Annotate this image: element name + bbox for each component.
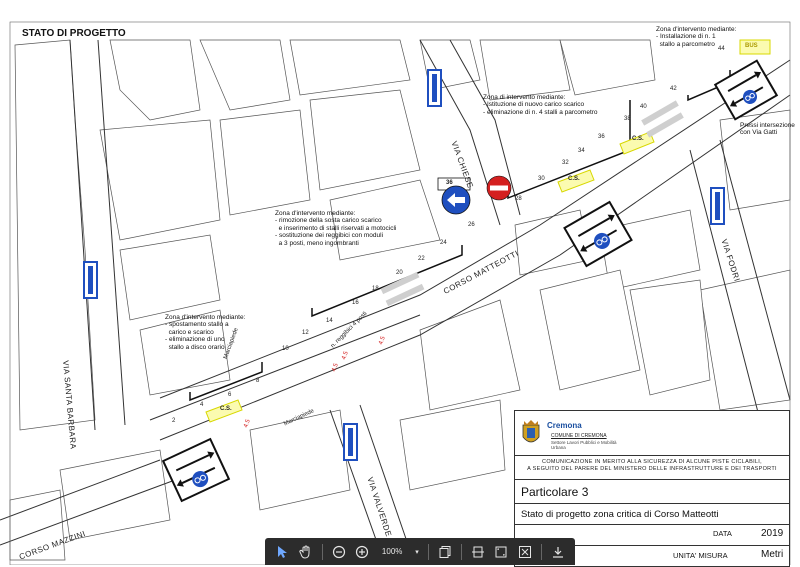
note-zona-2: Zona d'intervento mediante: - rimozione …	[275, 210, 397, 247]
fit-width-icon	[495, 546, 507, 557]
unita-misura-label: UNITA' MISURA	[673, 551, 728, 560]
civic-number: 14	[326, 318, 333, 324]
settore-name: Settore Lavori Pubblici e Mobilità Urban…	[551, 440, 617, 450]
unita-misura-value: Metri	[761, 549, 784, 560]
civic-number: 16	[352, 300, 359, 306]
zoom-dropdown-icon[interactable]: ▾	[411, 542, 423, 562]
zoom-out-icon	[332, 545, 345, 558]
viewer-toolbar: 100% ▾	[265, 538, 575, 565]
fit-page-icon	[471, 546, 484, 557]
note-zona-3: Zona di intervento mediante: - Istituzio…	[483, 94, 598, 116]
fullscreen-icon	[519, 545, 532, 558]
coat-of-arms-icon	[522, 420, 540, 443]
civic-number: 36	[598, 134, 605, 140]
civic-number: 38	[624, 116, 631, 122]
reggibici-markers: 4.5 4.5 4.5 4.5	[243, 335, 387, 429]
comune-logo: Cremona COMUNE DI CREMONA Settore Lavori…	[521, 417, 617, 453]
download-icon	[553, 546, 564, 558]
svg-text:4.5: 4.5	[341, 350, 350, 361]
stato-label: Stato di progetto zona critica di Corso …	[521, 509, 719, 520]
civic-number: 4	[200, 402, 204, 408]
civic-number: 30	[538, 176, 545, 182]
zoom-level[interactable]: 100%	[375, 547, 409, 556]
fullscreen-button[interactable]	[514, 542, 536, 562]
civic-number: 10	[282, 346, 289, 352]
civic-number: 40	[640, 104, 647, 110]
svg-text:4.5: 4.5	[331, 362, 340, 373]
data-value: 2019	[761, 528, 784, 539]
civic-number: 42	[670, 86, 677, 92]
civic-number: 24	[440, 240, 447, 246]
select-tool-button[interactable]	[271, 542, 293, 562]
zoom-in-button[interactable]	[351, 542, 373, 562]
civic-number: 12	[302, 330, 309, 336]
note-incrocio: Pressi intersezione con Via Gatti	[740, 122, 795, 137]
civic-number: 8	[256, 378, 260, 384]
hand-tool-button[interactable]	[295, 542, 317, 562]
civic-number: 28	[515, 196, 522, 202]
drawing-title: STATO DI PROGETTO	[22, 28, 126, 39]
svg-text:4.5: 4.5	[243, 418, 252, 429]
civic-number: 32	[562, 160, 569, 166]
bus-label: BUS	[745, 43, 758, 49]
particolare-label: Particolare 3	[521, 485, 589, 499]
civic-number: 2	[172, 418, 176, 424]
civic-number: 20	[396, 270, 403, 276]
hand-icon	[299, 545, 310, 559]
zoom-in-icon	[356, 545, 369, 558]
cs-label-1: C.S.	[220, 406, 232, 412]
cs-label-2: C.S.	[568, 176, 580, 182]
civic-number: 34	[578, 148, 585, 154]
fit-width-button[interactable]	[491, 542, 513, 562]
civic-number: 6	[228, 392, 232, 398]
sign-36-label: 36	[446, 180, 453, 186]
copy-button[interactable]	[434, 542, 456, 562]
civic-number: 18	[372, 286, 379, 292]
civic-number: 26	[468, 222, 475, 228]
civic-number: 44	[718, 46, 725, 52]
data-label: DATA	[713, 529, 732, 538]
copy-icon	[439, 545, 451, 558]
cs-label-3: C.S.	[632, 136, 644, 142]
city-name: Cremona	[547, 421, 582, 430]
svg-text:4.5: 4.5	[378, 335, 387, 346]
comune-name: COMUNE DI CREMONA	[551, 433, 607, 439]
zoom-out-button[interactable]	[328, 542, 350, 562]
no-entry-sign-icon	[486, 175, 512, 201]
civic-number: 22	[418, 256, 425, 262]
fit-page-button[interactable]	[467, 542, 489, 562]
title-block-description: COMUNICAZIONE IN MERITO ALLA SICUREZZA D…	[527, 459, 777, 473]
cursor-icon	[277, 545, 287, 558]
download-button[interactable]	[547, 542, 569, 562]
